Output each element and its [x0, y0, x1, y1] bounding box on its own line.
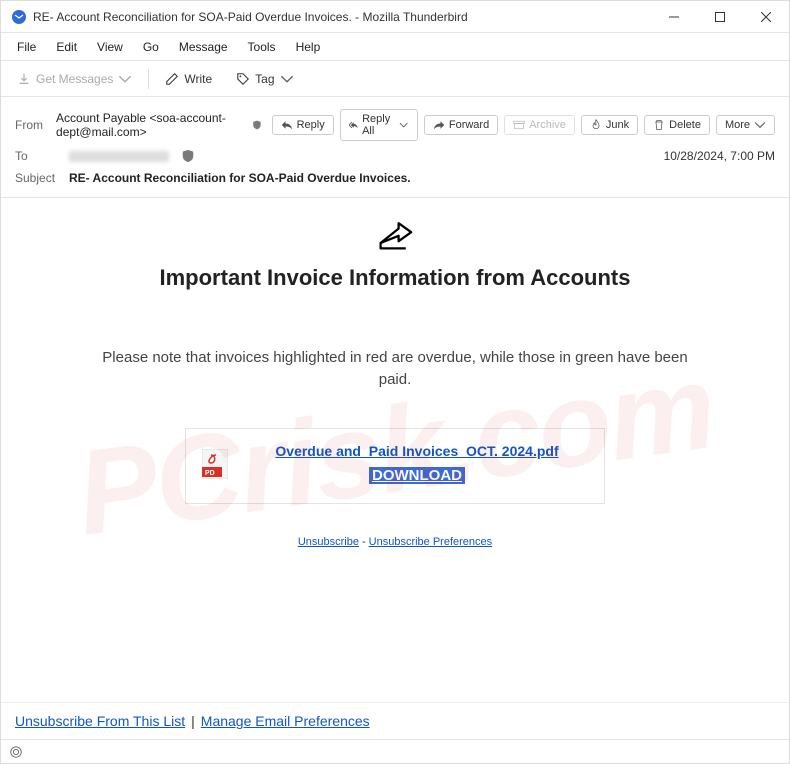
menu-help[interactable]: Help — [288, 37, 329, 57]
tag-button[interactable]: Tag — [228, 68, 301, 90]
archive-button[interactable]: Archive — [504, 115, 575, 135]
shield-icon — [181, 149, 195, 163]
tag-icon — [236, 72, 250, 86]
to-label: To — [15, 149, 59, 163]
subject-label: Subject — [15, 171, 59, 185]
svg-text:PD: PD — [205, 470, 215, 477]
minimize-button[interactable] — [651, 1, 697, 33]
get-messages-button[interactable]: Get Messages — [9, 68, 140, 90]
close-button[interactable] — [743, 1, 789, 33]
app-window: RE- Account Reconciliation for SOA-Paid … — [0, 0, 790, 764]
redacted-recipient — [69, 151, 169, 162]
menu-go[interactable]: Go — [135, 37, 167, 57]
pdf-icon: PD — [202, 449, 228, 479]
message-date: 10/28/2024, 7:00 PM — [664, 149, 775, 163]
chevron-down-icon — [118, 72, 132, 86]
separator — [148, 69, 149, 89]
thunderbird-icon — [11, 9, 27, 25]
shield-icon — [252, 118, 262, 132]
attachment-box: PD Overdue and_Paid Invoices_OCT. 2024.p… — [185, 428, 605, 504]
menu-edit[interactable]: Edit — [48, 37, 85, 57]
status-bar — [1, 739, 789, 763]
action-buttons: Reply Reply All Forward Archive Junk Del… — [272, 109, 775, 141]
reply-icon — [281, 119, 293, 131]
flame-icon — [590, 119, 602, 131]
menu-bar: File Edit View Go Message Tools Help — [1, 33, 789, 61]
menu-file[interactable]: File — [9, 37, 44, 57]
delete-button[interactable]: Delete — [644, 115, 710, 135]
menu-message[interactable]: Message — [171, 37, 236, 57]
attachment-link[interactable]: Overdue and_Paid Invoices_OCT. 2024.pdf — [275, 443, 558, 459]
archive-icon — [513, 119, 525, 131]
chevron-down-icon — [754, 119, 766, 131]
email-heading: Important Invoice Information from Accou… — [155, 263, 635, 293]
main-toolbar: Get Messages Write Tag — [1, 61, 789, 97]
chevron-down-icon — [399, 119, 408, 131]
forward-button[interactable]: Forward — [424, 115, 498, 135]
junk-button[interactable]: Junk — [581, 115, 638, 135]
unsubscribe-row: Unsubscribe-Unsubscribe Preferences — [61, 536, 729, 548]
email-paragraph: Please note that invoices highlighted in… — [101, 347, 689, 392]
unsubscribe-prefs-link[interactable]: Unsubscribe Preferences — [369, 536, 493, 548]
title-bar[interactable]: RE- Account Reconciliation for SOA-Paid … — [1, 1, 789, 33]
message-body: PCrisk.com Important Invoice Information… — [1, 198, 789, 702]
chevron-down-icon — [280, 72, 294, 86]
download-button[interactable]: DOWNLOAD — [369, 467, 465, 484]
trash-icon — [653, 119, 665, 131]
window-title: RE- Account Reconciliation for SOA-Paid … — [33, 10, 651, 24]
from-value[interactable]: Account Payable <soa-account-dept@mail.c… — [56, 111, 240, 139]
download-icon — [17, 72, 31, 86]
footer-links: Unsubscribe From This List|Manage Email … — [1, 702, 789, 739]
footer-manage-link[interactable]: Manage Email Preferences — [201, 713, 370, 729]
status-icon[interactable] — [9, 745, 23, 759]
footer-unsubscribe-link[interactable]: Unsubscribe From This List — [15, 713, 185, 729]
message-header: From Account Payable <soa-account-dept@m… — [1, 97, 789, 198]
subject-value: RE- Account Reconciliation for SOA-Paid … — [69, 171, 411, 185]
to-value[interactable] — [69, 149, 169, 163]
more-button[interactable]: More — [716, 115, 775, 135]
unsubscribe-link[interactable]: Unsubscribe — [298, 536, 359, 548]
menu-tools[interactable]: Tools — [240, 37, 284, 57]
reply-all-button[interactable]: Reply All — [340, 109, 418, 141]
share-icon — [61, 216, 729, 257]
pencil-icon — [165, 72, 179, 86]
reply-button[interactable]: Reply — [272, 115, 334, 135]
write-button[interactable]: Write — [157, 68, 220, 90]
menu-view[interactable]: View — [89, 37, 131, 57]
from-label: From — [15, 118, 46, 132]
reply-all-icon — [349, 119, 358, 131]
forward-icon — [433, 119, 445, 131]
maximize-button[interactable] — [697, 1, 743, 33]
